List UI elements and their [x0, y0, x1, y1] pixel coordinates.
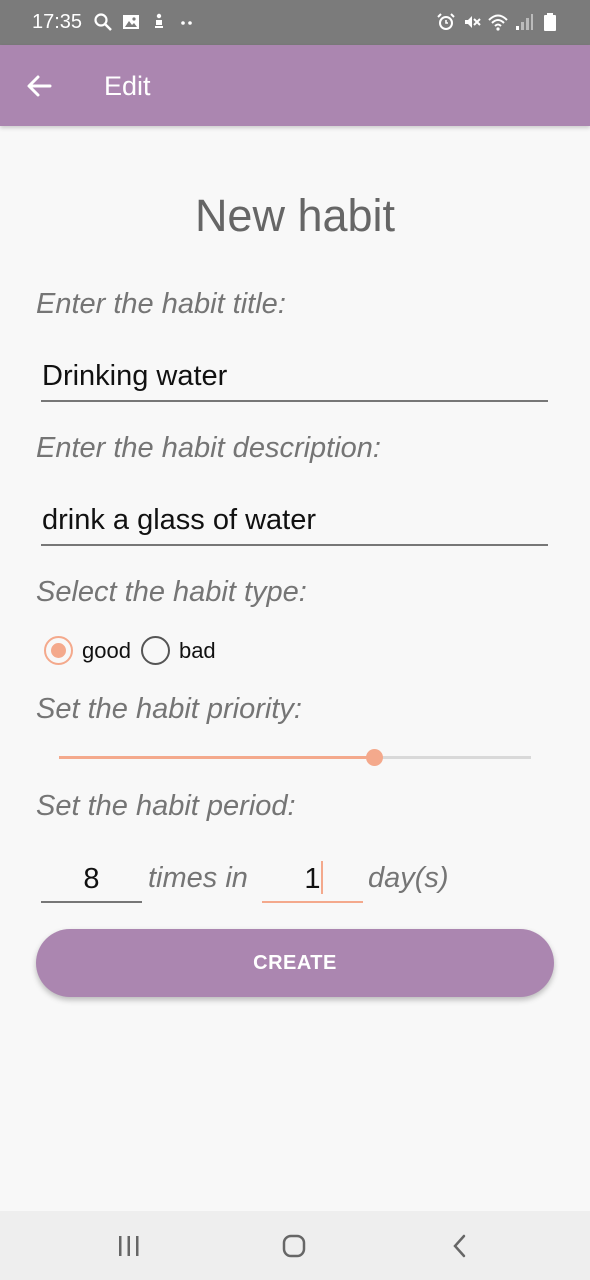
status-right-icons — [436, 12, 560, 32]
mute-icon — [465, 16, 481, 28]
description-label: Enter the habit description: — [36, 432, 381, 464]
chevron-left-icon — [453, 1234, 466, 1258]
app-bar-title: Edit — [104, 71, 151, 101]
status-left-icons — [93, 12, 197, 32]
habit-title-input[interactable] — [41, 352, 548, 402]
recents-button[interactable] — [114, 1231, 144, 1261]
slider-thumb[interactable] — [365, 749, 383, 766]
slider-fill — [59, 756, 374, 759]
wifi-icon — [488, 14, 508, 31]
image-icon — [123, 15, 139, 29]
days-input[interactable] — [262, 857, 363, 903]
type-label: Select the habit type: — [36, 576, 307, 608]
text-cursor — [321, 861, 323, 894]
habit-description-input[interactable] — [41, 496, 548, 546]
search-icon — [94, 13, 112, 31]
recents-icon — [119, 1236, 139, 1256]
radio-bad-label: bad — [178, 637, 216, 663]
more-dots-icon — [181, 21, 192, 25]
period-label: Set the habit period: — [36, 790, 296, 822]
alarm-icon — [437, 13, 455, 30]
signal-icon — [516, 14, 533, 30]
radio-good-circle[interactable] — [44, 636, 73, 665]
habit-type-radio-group: good bad — [44, 636, 226, 665]
priority-slider[interactable] — [59, 744, 531, 772]
accessibility-icon — [155, 13, 163, 28]
days-text: day(s) — [368, 862, 449, 894]
home-button[interactable] — [279, 1231, 309, 1261]
page-title: New habit — [194, 190, 396, 241]
title-label: Enter the habit title: — [36, 288, 286, 320]
priority-label: Set the habit priority: — [36, 693, 302, 725]
radio-good-label: good — [82, 637, 131, 663]
app-bar: Edit — [0, 45, 590, 126]
radio-bad-circle[interactable] — [140, 636, 170, 665]
status-time: 17:35 — [32, 11, 83, 33]
home-icon — [282, 1234, 306, 1258]
radio-bad[interactable]: bad — [140, 636, 226, 665]
nav-back-button[interactable] — [445, 1231, 475, 1261]
battery-icon — [544, 13, 556, 31]
times-in-text: times in — [148, 862, 248, 894]
times-input[interactable] — [41, 857, 142, 903]
arrow-left-icon — [27, 75, 52, 97]
navigation-bar — [0, 1211, 590, 1280]
status-bar: 17:35 — [0, 0, 590, 45]
back-button[interactable] — [20, 67, 58, 105]
radio-good[interactable]: good — [44, 636, 141, 665]
create-button[interactable]: CREATE — [36, 929, 554, 997]
